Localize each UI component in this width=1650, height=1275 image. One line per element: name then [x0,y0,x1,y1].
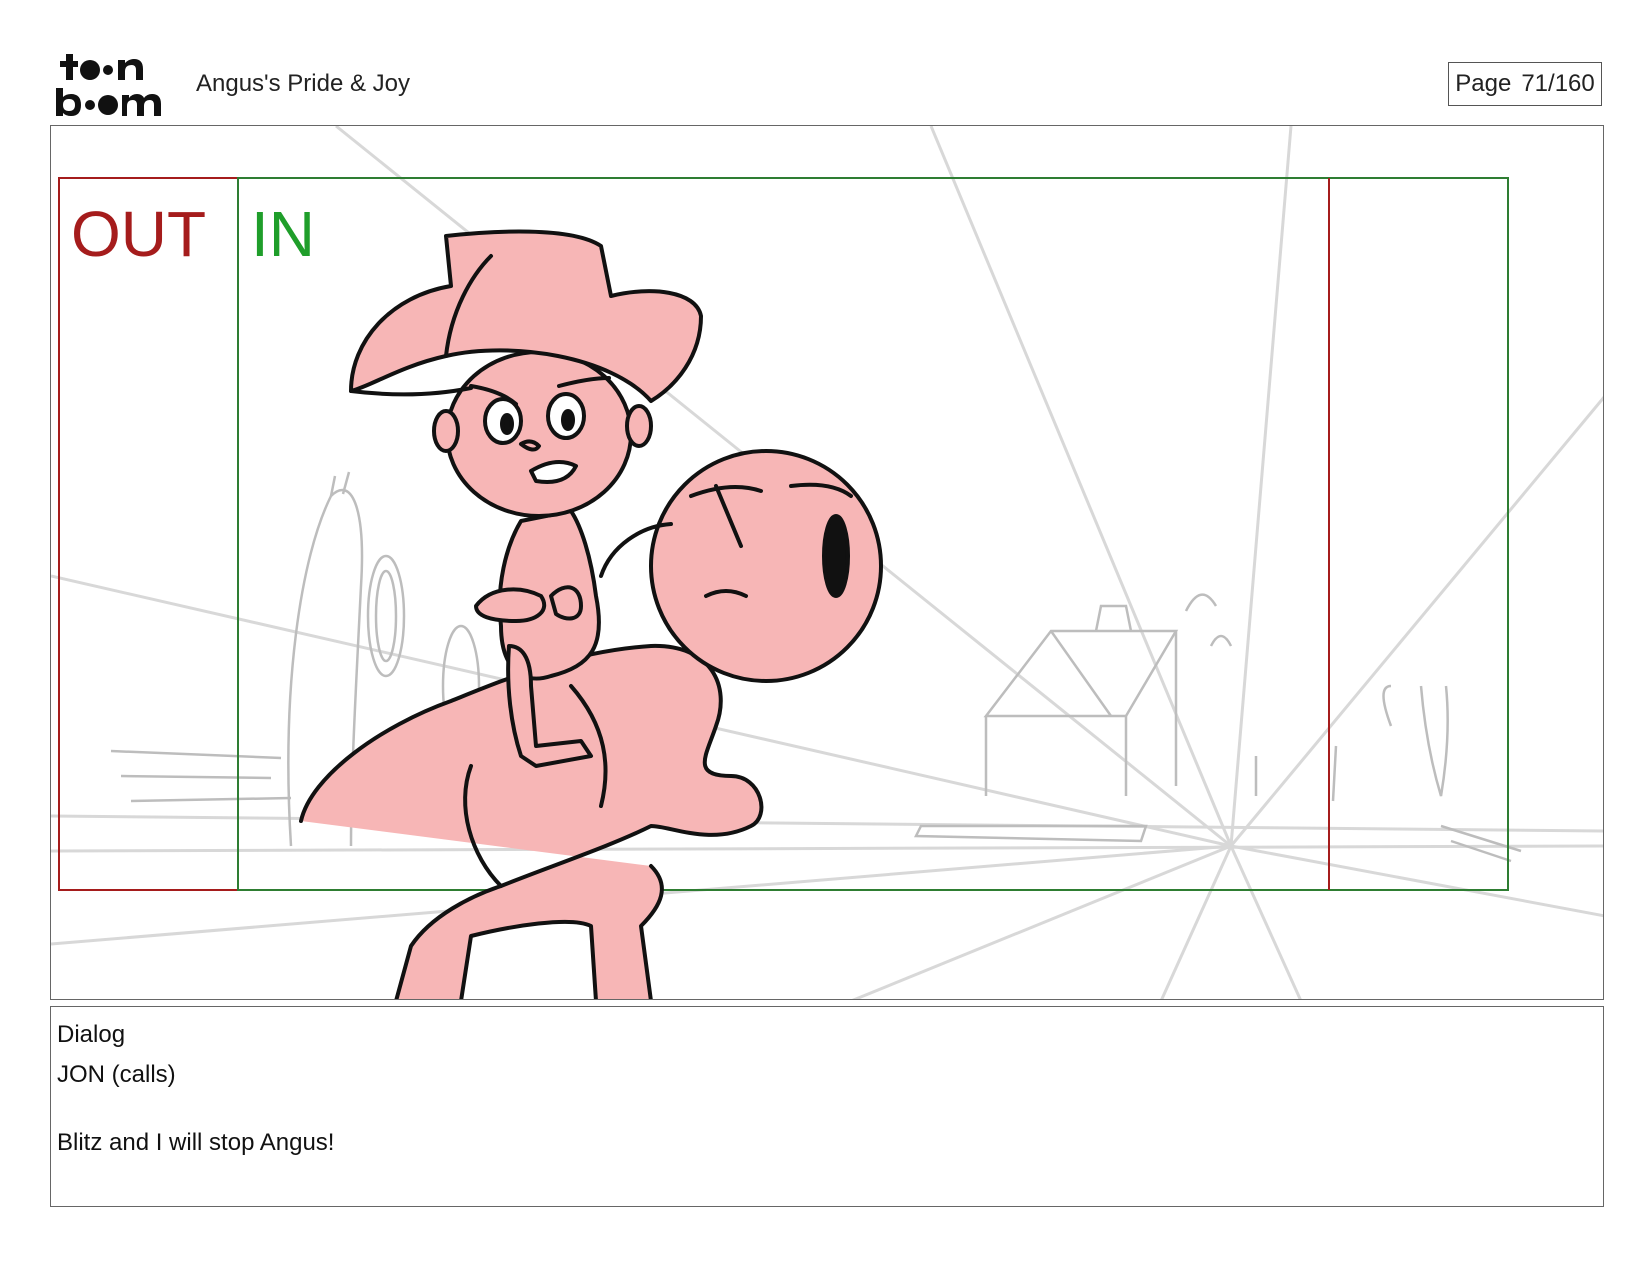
page-label: Page [1455,70,1512,97]
storyboard-panel: OUT IN [50,125,1604,1000]
panel-drawing: OUT IN [51,126,1603,999]
dialog-line: Blitz and I will stop Angus! [57,1129,335,1156]
toon-boom-logo [56,54,161,116]
dialog-speaker: JON (calls) [57,1061,176,1088]
dialog-heading: Dialog [57,1021,126,1048]
dialog-box: Dialog JON (calls) Blitz and I will stop… [50,1006,1604,1207]
page-number: 71/160 [1521,70,1595,97]
out-label: OUT [71,198,206,270]
in-label: IN [251,198,315,270]
characters [299,229,883,999]
project-title: Angus's Pride & Joy [196,70,411,97]
page-indicator: Page 71/160 [1448,62,1602,106]
